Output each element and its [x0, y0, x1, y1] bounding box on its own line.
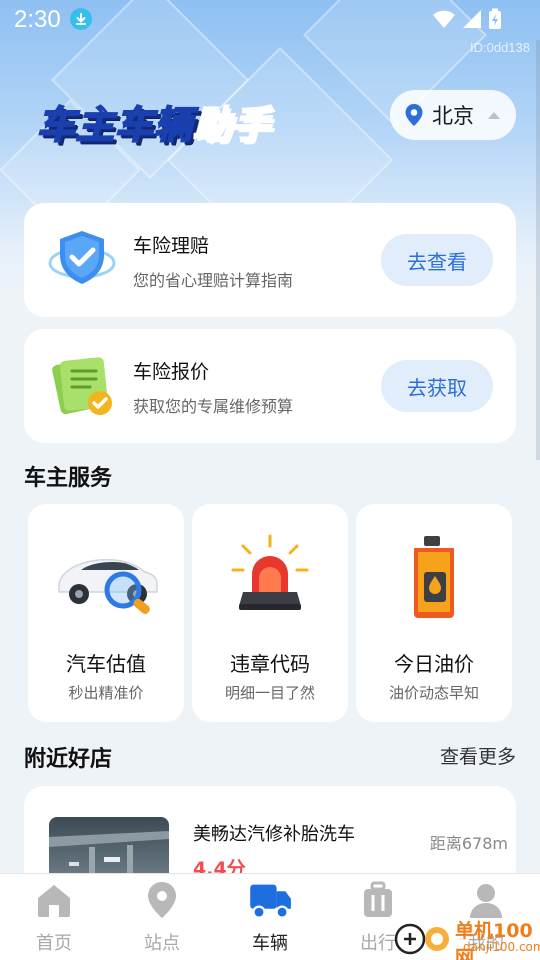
- tab-home[interactable]: 首页: [0, 874, 108, 960]
- service-title: 汽车估值: [66, 652, 146, 676]
- app-title-part1: 车主车辆: [36, 102, 194, 148]
- card-insurance-quote[interactable]: 车险报价 获取您的专属维修预算 去获取: [24, 329, 516, 443]
- service-title: 今日油价: [394, 652, 474, 676]
- service-desc: 明细一目了然: [224, 684, 315, 702]
- service-oil-price[interactable]: 今日油价 油价动态早知: [356, 504, 512, 722]
- city-label: 北京: [432, 104, 474, 128]
- siren-icon: [231, 534, 309, 610]
- tab-vehicle[interactable]: 车辆: [216, 874, 324, 960]
- app-title-part2: 助手: [192, 102, 272, 148]
- tab-station[interactable]: 站点: [108, 874, 216, 960]
- service-car-valuation[interactable]: 汽车估值 秒出精准价: [28, 504, 184, 722]
- oil-can-icon: [414, 536, 454, 618]
- service-title: 违章代码: [230, 652, 310, 676]
- service-desc: 油价动态早知: [388, 684, 479, 702]
- card-subtitle: 您的省心理赔计算指南: [133, 271, 294, 290]
- truck-icon: [250, 884, 291, 919]
- watermark-url: danji100.com: [463, 940, 540, 954]
- view-button[interactable]: 去查看: [381, 234, 493, 286]
- tab-label: 车辆: [252, 933, 288, 954]
- nearby-shops-heading: 附近好店: [24, 747, 113, 772]
- shop-name: 美畅达汽修补胎洗车: [193, 824, 355, 845]
- wifi-icon: [433, 10, 455, 28]
- location-pin-icon: [405, 104, 423, 126]
- scroll-indicator[interactable]: [536, 40, 540, 460]
- location-pin-icon: [148, 882, 176, 918]
- service-violation-codes[interactable]: 违章代码 明细一目了然: [192, 504, 348, 722]
- tab-label: 站点: [144, 933, 180, 954]
- shield-check-icon: [48, 231, 116, 284]
- view-more-link[interactable]: 查看更多: [440, 742, 516, 769]
- city-selector[interactable]: 北京: [390, 90, 516, 140]
- caret-up-icon: [488, 111, 500, 119]
- device-id: ID:0dd138: [470, 40, 530, 55]
- document-check-icon: [52, 357, 112, 415]
- get-button[interactable]: 去获取: [381, 360, 493, 412]
- card-title: 车险理赔: [133, 235, 210, 257]
- download-icon: [70, 8, 92, 30]
- card-subtitle: 获取您的专属维修预算: [133, 397, 294, 416]
- watermark: 单机100网 danji100.com: [393, 914, 540, 960]
- owner-services-heading: 车主服务: [24, 466, 113, 491]
- shop-distance: 距离678m: [429, 834, 508, 853]
- service-desc: 秒出精准价: [68, 684, 144, 702]
- home-icon: [38, 885, 70, 917]
- card-title: 车险报价: [133, 361, 210, 383]
- status-bar: 2:30: [0, 0, 540, 40]
- signal-icon: [463, 10, 481, 28]
- luggage-icon: [364, 881, 392, 917]
- card-insurance-claim[interactable]: 车险理赔 您的省心理赔计算指南 去查看: [24, 203, 516, 317]
- app-title-logo: 车主车辆助手: [36, 94, 272, 149]
- car-magnifier-icon: [58, 558, 158, 614]
- battery-icon: [489, 8, 501, 29]
- status-time: 2:30: [14, 6, 61, 33]
- tab-label: 首页: [36, 933, 72, 954]
